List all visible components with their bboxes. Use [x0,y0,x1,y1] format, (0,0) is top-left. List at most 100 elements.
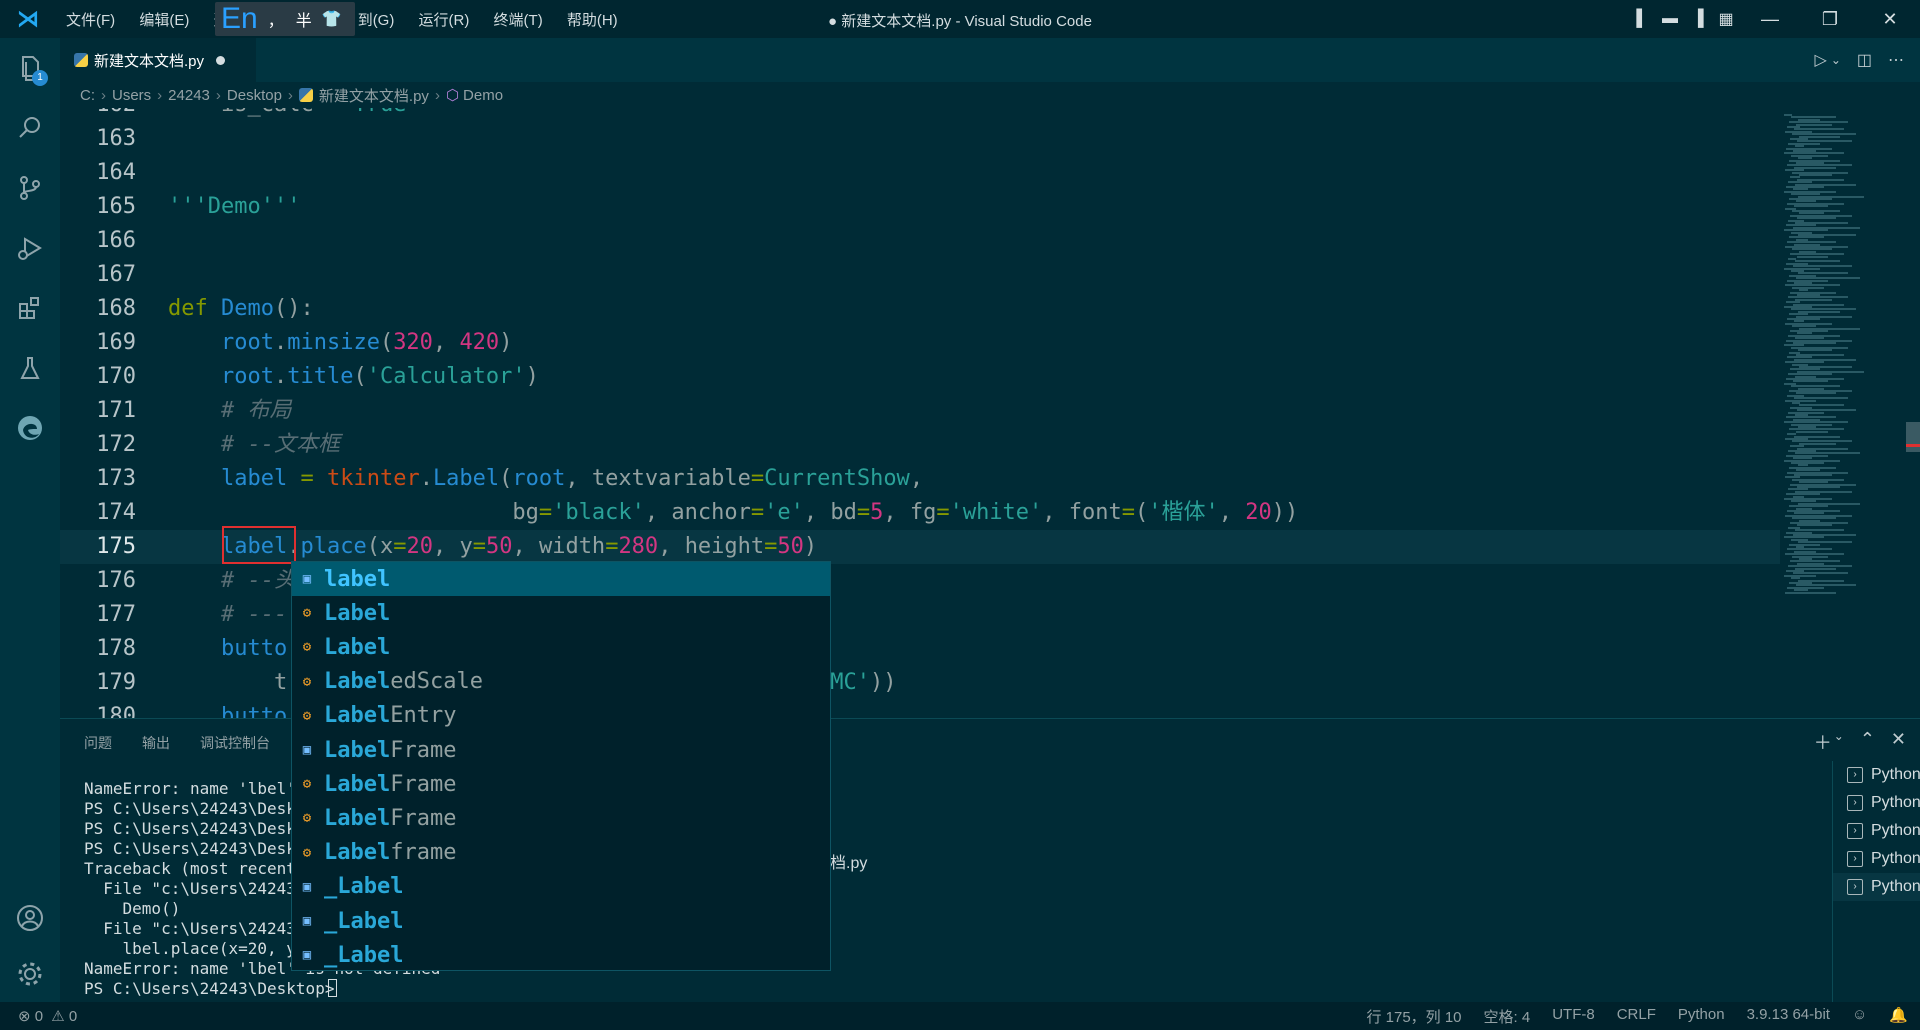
suggest-item[interactable]: ▣ label [292,562,830,596]
terminal-item-selected[interactable]: › Python [1833,873,1920,901]
toggle-sidebar-icon[interactable]: ▌ [1628,10,1656,28]
suggest-match: Label [324,669,391,695]
terminal-icon: › [1847,795,1863,811]
language-mode[interactable]: Python [1678,1006,1725,1027]
suggest-item[interactable]: ⚙ Label [292,630,830,664]
close-button[interactable]: ✕ [1860,9,1920,30]
code-line: 174 bg='black', anchor='e', bd=5, fg='wh… [60,496,1780,530]
ime-width[interactable]: 半 [296,7,312,31]
run-dropdown-icon[interactable]: ⌄ [1831,53,1841,67]
problems-status[interactable]: ⊗ 0 ⚠ 0 [18,1007,77,1025]
minimap-line [1785,399,1816,402]
extensions-icon[interactable] [0,278,60,338]
suggest-item[interactable]: ▣ _Label [292,938,830,972]
minimap-line [1798,349,1832,352]
menu-file[interactable]: 文件(F) [66,9,115,30]
suggest-item[interactable]: ▣ _Label [292,904,830,938]
line-number: 171 [96,398,136,423]
ime-toolbar[interactable]: En ， 半 👕 [215,2,355,36]
tab-debug-console[interactable]: 调试控制台 [200,733,270,753]
code-line: 172 # --文本框 [60,428,1780,462]
end-of-line[interactable]: CRLF [1617,1006,1656,1027]
minimap[interactable] [1780,108,1906,718]
cursor-position[interactable]: 行 175，列 10 [1366,1006,1461,1027]
tab-output[interactable]: 输出 [142,733,170,753]
terminal-dropdown-icon[interactable]: ⌄ [1834,729,1844,755]
terminal-item-label: Python [1871,766,1920,783]
search-icon[interactable] [0,98,60,158]
terminal-icon: › [1847,879,1863,895]
edge-devtools-icon[interactable] [0,398,60,458]
settings-gear-icon[interactable] [0,944,60,1004]
warning-icon: ⚠ [51,1008,65,1025]
minimize-button[interactable]: — [1740,9,1800,30]
suggest-item[interactable]: ⚙ Label Frame [292,801,830,835]
split-editor-icon[interactable]: ◫ [1857,50,1872,70]
menu-edit[interactable]: 编辑(E) [139,9,189,30]
minimap-line [1799,174,1832,176]
scrollbar-thumb[interactable] [1906,422,1920,452]
unsaved-dot-icon[interactable] [216,55,226,65]
accounts-icon[interactable] [0,888,60,948]
symbol-method-icon: ⬡ [445,87,460,104]
feedback-icon[interactable]: ☺ [1852,1006,1867,1027]
suggest-match: Label [324,805,391,831]
terminal-item-label: Python [1871,850,1920,867]
breadcrumb-drive[interactable]: C: [80,87,95,104]
code-line-current: 175 label.place(x=20, y=50, width=280, h… [60,530,1780,564]
menu-help[interactable]: 帮助(H) [567,9,618,30]
suggest-rest: Frame [390,771,457,797]
symbol-variable-icon: ▣ [302,913,312,929]
tab-problems[interactable]: 问题 [84,733,112,753]
testing-icon[interactable] [0,338,60,398]
breadcrumb-symbol[interactable]: Demo [463,87,503,104]
run-debug-icon[interactable] [0,218,60,278]
indentation[interactable]: 空格: 4 [1484,1006,1531,1027]
encoding[interactable]: UTF-8 [1552,1006,1595,1027]
suggest-item[interactable]: ⚙ Label [292,596,830,630]
toggle-panel-icon[interactable]: ▬ [1656,10,1684,28]
tab-editor-file[interactable]: 新建文本文档.py [60,38,256,82]
menu-goto[interactable]: 到(G) [358,9,395,30]
suggest-item[interactable]: ⚙ Label frame [292,836,830,870]
breadcrumb-file[interactable]: 新建文本文档.py [319,85,429,106]
breadcrumb-user[interactable]: 24243 [168,87,210,104]
terminal-item[interactable]: › Python [1833,789,1920,817]
minimap-line [1794,205,1828,208]
close-panel-icon[interactable]: ✕ [1891,729,1906,755]
suggest-item[interactable]: ▣ Label Frame [292,733,830,767]
explorer-icon[interactable]: 1 [0,38,60,98]
python-file-icon [298,88,313,102]
terminal-icon: › [1847,851,1863,867]
more-actions-icon[interactable]: ⋯ [1888,50,1904,70]
source-control-icon[interactable] [0,158,60,218]
suggest-match: Label [324,703,391,729]
breadcrumb-desktop[interactable]: Desktop [227,87,282,104]
customize-layout-icon[interactable]: ▦ [1712,9,1740,29]
breadcrumb-users[interactable]: Users [112,87,151,104]
suggest-item[interactable]: ⚙ Label edScale [292,665,830,699]
new-terminal-icon[interactable]: ＋ [1814,729,1832,755]
notifications-bell-icon[interactable]: 🔔 [1889,1006,1908,1027]
python-interpreter[interactable]: 3.9.13 64-bit [1747,1006,1830,1027]
scrollbar-error-marker [1906,444,1920,447]
terminal-line: PS C:\Users\24243\Desktop> [84,979,345,998]
menu-run[interactable]: 运行(R) [419,9,470,30]
suggest-item[interactable]: ⚙ Label Frame [292,767,830,801]
chevron-right-icon: › [287,86,293,104]
run-file-icon[interactable]: ▷ [1815,50,1827,70]
ime-punctuation[interactable]: ， [268,7,284,31]
maximize-panel-icon[interactable]: ⌃ [1860,729,1875,755]
code-line: 162 is_calc = True [60,108,1780,122]
menu-terminal[interactable]: 终端(T) [494,9,543,30]
maximize-button[interactable]: ❐ [1800,9,1860,30]
suggest-item[interactable]: ▣ _Label [292,870,830,904]
terminal-item[interactable]: › Python [1833,845,1920,873]
warning-count: 0 [68,1008,78,1025]
terminal-item[interactable]: › Python [1833,761,1920,789]
toggle-secondary-sidebar-icon[interactable]: ▐ [1684,10,1712,28]
ime-skin-icon[interactable]: 👕 [322,9,342,29]
suggest-item[interactable]: ⚙ Label Entry [292,699,830,733]
terminal-item[interactable]: › Python [1833,817,1920,845]
ime-language[interactable]: En [221,2,258,36]
